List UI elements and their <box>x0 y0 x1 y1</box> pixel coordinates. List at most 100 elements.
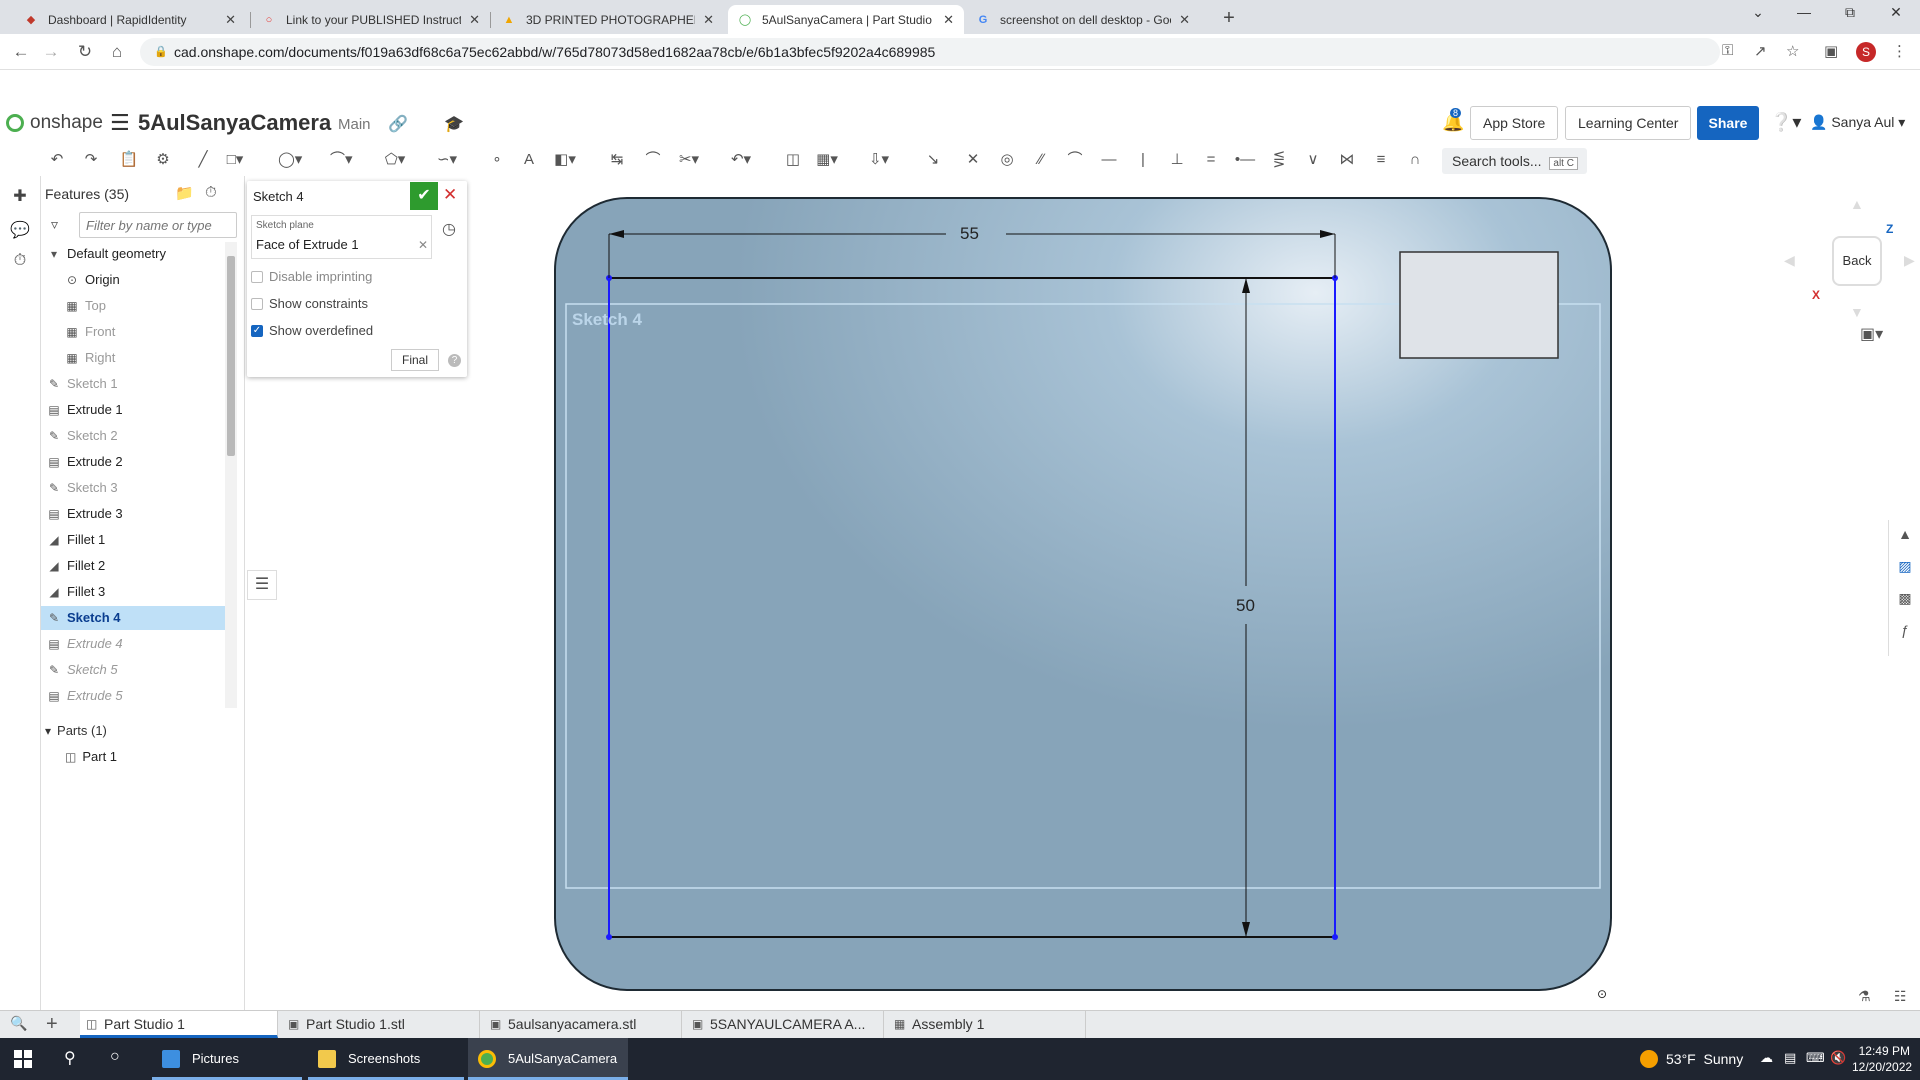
forward-icon[interactable]: → <box>40 42 62 62</box>
browser-tab[interactable]: G screenshot on dell desktop - Goo ✕ <box>966 5 1200 34</box>
show-overdefined-checkbox[interactable]: ✓ <box>251 324 263 337</box>
list-item-selected[interactable]: ✎ Sketch 4 <box>41 606 225 630</box>
restore-icon[interactable]: ⧉ <box>1830 4 1870 21</box>
equal-icon[interactable]: = <box>1200 148 1222 172</box>
list-item[interactable]: ▦ Right <box>41 346 225 370</box>
chevron-down-icon[interactable]: ▾ <box>45 724 51 738</box>
appearance-icon[interactable]: ▲ <box>1895 526 1915 548</box>
close-tab-icon[interactable]: ✕ <box>943 12 954 28</box>
import-tool-icon[interactable]: ⇩▾ <box>868 148 890 172</box>
view-cube[interactable]: ▲ ▼ ◀ ▶ Back Z X <box>1776 196 1916 326</box>
close-tab-icon[interactable]: ✕ <box>225 12 236 28</box>
view-options-cube-icon[interactable]: ▣▾ <box>1860 324 1883 344</box>
horizontal-icon[interactable]: — <box>1098 148 1120 172</box>
arc-tool-icon[interactable]: ⌒▾ <box>330 148 353 172</box>
rotate-up-arrow-icon[interactable]: ▲ <box>1850 196 1864 212</box>
add-folder-icon[interactable]: 📁 <box>175 184 194 202</box>
hamburger-menu-icon[interactable]: ☰ <box>110 110 130 136</box>
accept-button[interactable]: ✔ <box>410 182 438 210</box>
scrollbar-thumb[interactable] <box>227 256 235 456</box>
coincident-icon[interactable]: ✕ <box>962 148 984 172</box>
measure-icon[interactable]: ☷ <box>1894 988 1907 1005</box>
sketch-vertex[interactable] <box>606 934 612 940</box>
browser-tab[interactable]: ◆ Dashboard | RapidIdentity ✕ <box>14 5 246 34</box>
list-item[interactable]: ◢ Fillet 2 <box>41 554 225 578</box>
clear-selection-icon[interactable]: ✕ <box>418 238 428 252</box>
help-icon[interactable]: ❔▾ <box>1770 112 1801 133</box>
normal-icon[interactable]: ⋚ <box>1268 148 1290 172</box>
graphics-viewport[interactable]: Sketch 4 55 50 ▲ ▼ ◀ ▶ Back Z X ▣▾ ⊙ ⚗ ☷ <box>246 176 1920 1010</box>
list-item[interactable]: ▤ Extrude 2 <box>41 450 225 474</box>
tab-part-studio-1[interactable]: ◫ Part Studio 1 <box>80 1011 278 1038</box>
list-item[interactable]: ✎ Sketch 5 <box>41 658 225 682</box>
url-field[interactable]: 🔒 cad.onshape.com/documents/f019a63df68c… <box>140 38 1720 66</box>
network-icon[interactable]: ▤ <box>1784 1050 1796 1066</box>
reload-icon[interactable]: ↻ <box>74 42 96 62</box>
existing-cutout[interactable] <box>1399 251 1559 359</box>
parts-group[interactable]: ▾ Parts (1) <box>45 723 107 738</box>
rotate-left-arrow-icon[interactable]: ◀ <box>1784 252 1795 269</box>
cloud-icon[interactable]: ☁ <box>1760 1050 1773 1066</box>
document-title[interactable]: 5AulSanyaCamera <box>138 110 331 136</box>
list-item[interactable]: ▤ Extrude 3 <box>41 502 225 526</box>
redo-icon[interactable]: ↷ <box>80 148 102 172</box>
tab-camera-assembly-stl[interactable]: ▣ 5SANYAULCAMERA A... <box>686 1011 884 1038</box>
chrome-menu-icon[interactable]: ⋮ <box>1892 42 1907 60</box>
fix-icon[interactable]: ≡ <box>1370 148 1392 172</box>
user-menu[interactable]: 👤 Sanya Aul ▾ <box>1810 114 1905 131</box>
minimize-icon[interactable]: — <box>1784 4 1824 20</box>
list-toggle-icon[interactable]: ☰ <box>247 570 277 600</box>
height-dimension-value[interactable]: 50 <box>1236 596 1255 616</box>
polygon-tool-icon[interactable]: ⬠▾ <box>384 148 406 172</box>
vertical-icon[interactable]: | <box>1132 148 1154 172</box>
dimension-tool-icon[interactable]: ↘ <box>922 148 944 172</box>
insert-feature-icon[interactable]: ✚ <box>9 186 31 208</box>
list-item[interactable]: ✎ Sketch 1 <box>41 372 225 396</box>
disable-imprinting-option[interactable]: Disable imprinting <box>251 269 372 284</box>
sketch-vertex[interactable] <box>1332 934 1338 940</box>
rotate-right-arrow-icon[interactable]: ▶ <box>1904 252 1915 269</box>
default-geometry-group[interactable]: ▾ Default geometry <box>41 242 225 266</box>
tab-camera-stl[interactable]: ▣ 5aulsanyacamera.stl <box>484 1011 682 1038</box>
search-tabs-icon[interactable]: 🔍 <box>10 1015 27 1032</box>
filter-input[interactable] <box>79 212 237 238</box>
construction-icon[interactable]: ◧▾ <box>554 148 576 172</box>
windows-start-icon[interactable] <box>14 1050 32 1068</box>
volume-muted-icon[interactable]: 🔇 <box>1830 1050 1846 1066</box>
list-item[interactable]: ✎ Sketch 3 <box>41 476 225 500</box>
curvature-icon[interactable]: ∩ <box>1404 148 1426 172</box>
perpendicular-icon[interactable]: ⊥ <box>1166 148 1188 172</box>
browser-tab[interactable]: ○ Link to your PUBLISHED Instructa ✕ <box>252 5 490 34</box>
chevron-down-icon[interactable]: ▾ <box>47 242 61 266</box>
show-constraints-checkbox[interactable] <box>251 297 263 310</box>
branch-name[interactable]: Main <box>338 116 371 133</box>
circle-tool-icon[interactable]: ◯▾ <box>278 148 302 172</box>
offset-tool-icon[interactable]: ↶▾ <box>730 148 752 172</box>
close-tab-icon[interactable]: ✕ <box>703 12 714 28</box>
share-button[interactable]: Share <box>1697 106 1759 140</box>
symmetric-icon[interactable]: ⋈ <box>1336 148 1358 172</box>
app-store-button[interactable]: App Store <box>1470 106 1559 140</box>
midpoint-icon[interactable]: •— <box>1234 148 1256 172</box>
configurations-icon[interactable]: ⚙ <box>152 148 174 172</box>
point-tool-icon[interactable]: ∘ <box>486 148 508 172</box>
onshape-logo[interactable]: onshape <box>6 112 103 134</box>
sketch-plane-field[interactable]: Sketch plane Face of Extrude 1 ✕ <box>251 215 432 259</box>
weather-widget[interactable]: 53°F Sunny <box>1640 1050 1743 1068</box>
close-tab-icon[interactable]: ✕ <box>469 12 480 28</box>
list-item[interactable]: ▦ Top <box>41 294 225 318</box>
tab-search-icon[interactable]: ⌄ <box>1738 4 1778 21</box>
bookmark-star-icon[interactable]: ☆ <box>1786 42 1799 60</box>
list-item[interactable]: ▤ Extrude 1 <box>41 398 225 422</box>
new-tab-button[interactable]: + <box>1216 6 1242 32</box>
comments-icon[interactable]: 💬 <box>9 220 31 242</box>
back-icon[interactable]: ← <box>10 42 32 62</box>
final-button[interactable]: Final <box>391 349 439 371</box>
graduation-cap-icon[interactable]: 🎓 <box>444 114 464 134</box>
pierce-icon[interactable]: ∨ <box>1302 148 1324 172</box>
list-item[interactable]: ▤ Extrude 5 <box>41 684 225 708</box>
undo-icon[interactable]: ↶ <box>46 148 68 172</box>
search-icon[interactable]: ⚲ <box>64 1048 76 1068</box>
use-tool-icon[interactable]: ↹ <box>606 148 628 172</box>
password-key-icon[interactable]: ⚿ <box>1722 42 1733 59</box>
